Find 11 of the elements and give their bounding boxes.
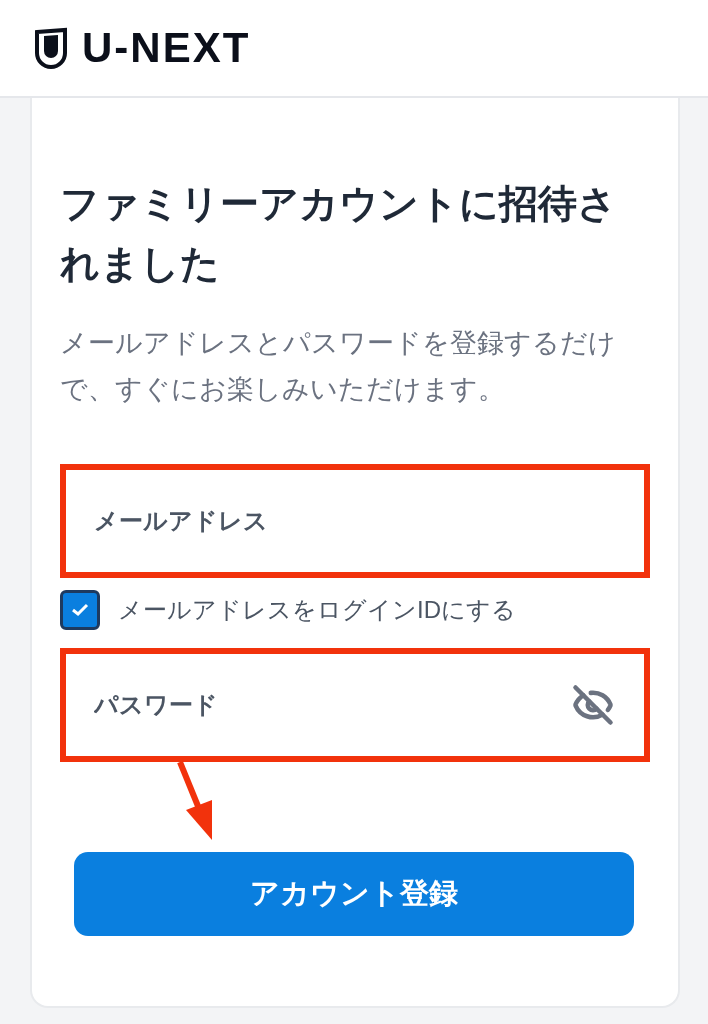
checkbox[interactable] xyxy=(60,590,100,630)
description: メールアドレスとパスワードを登録するだけで、すぐにお楽しみいただけます。 xyxy=(60,327,617,406)
check-icon xyxy=(71,603,89,617)
email-field[interactable]: メールアドレス xyxy=(60,464,650,578)
checkbox-label: メールアドレスをログインIDにする xyxy=(118,595,516,625)
register-button[interactable]: アカウント登録 xyxy=(74,852,634,936)
page-title: ファミリーアカウントに招待されました xyxy=(60,181,618,287)
logo[interactable]: U-NEXT xyxy=(82,24,251,72)
shield-logo-icon xyxy=(34,27,68,69)
email-input[interactable]: メールアドレス xyxy=(92,470,614,572)
eye-off-icon[interactable] xyxy=(572,684,614,726)
